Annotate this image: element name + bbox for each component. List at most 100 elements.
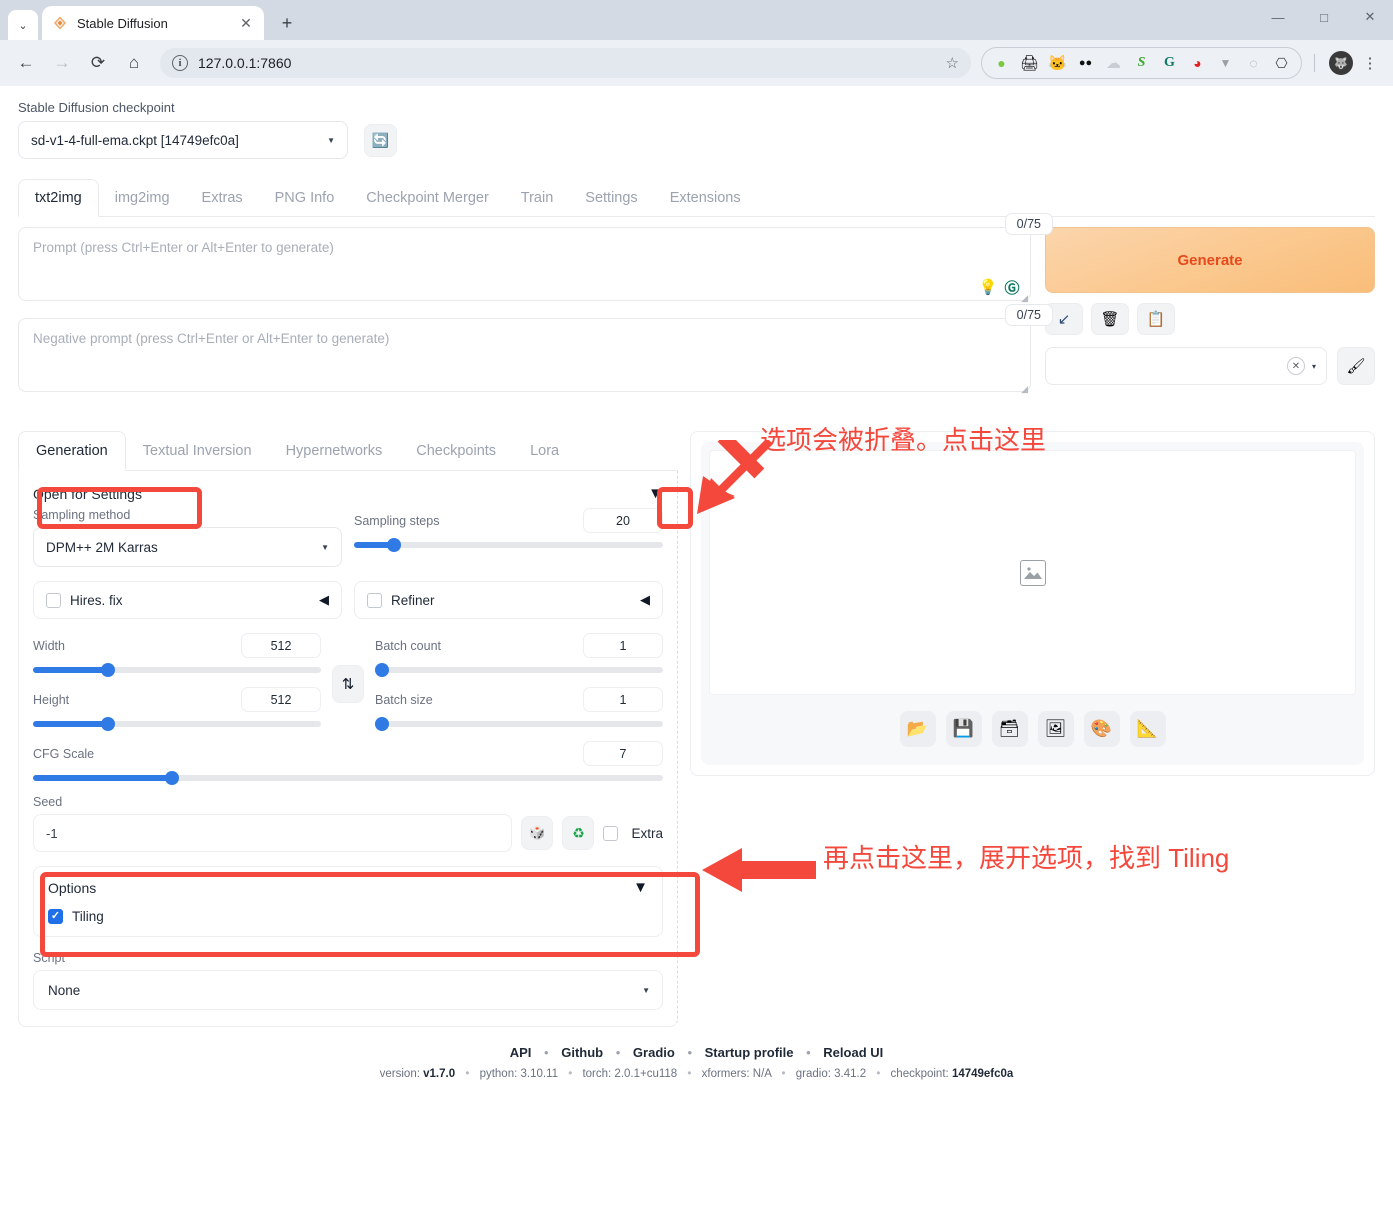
options-caret-icon[interactable]: ▼ xyxy=(633,879,648,896)
window-maximize-button[interactable]: □ xyxy=(1301,0,1347,34)
hires-fix-accordion[interactable]: Hires. fix ◀ xyxy=(33,581,342,619)
open-for-settings-accordion[interactable]: Open for Settings ▼ xyxy=(33,485,663,502)
reload-button[interactable]: ⟳ xyxy=(82,47,114,79)
sampling-method-select[interactable]: DPM++ 2M Karras ▼ xyxy=(33,527,342,567)
save-zip-button[interactable]: 🗃 xyxy=(991,711,1028,747)
refiner-checkbox[interactable] xyxy=(367,592,382,608)
clear-styles-icon[interactable]: ✕ xyxy=(1286,357,1305,375)
pink-cat-extension-icon[interactable]: 🐱 xyxy=(1048,54,1067,73)
accordion-caret-icon[interactable]: ▼ xyxy=(648,485,663,502)
home-button[interactable]: ⌂ xyxy=(118,47,150,79)
generate-button[interactable]: Generate xyxy=(1045,227,1375,293)
tab-checkpoint-merger[interactable]: Checkpoint Merger xyxy=(350,180,505,216)
open-folder-button[interactable]: 📂 xyxy=(899,711,936,747)
send-to-extras-button[interactable]: 📐 xyxy=(1129,711,1166,747)
random-seed-button[interactable]: 🎲 xyxy=(521,816,554,850)
site-info-icon[interactable]: i xyxy=(172,55,188,71)
kebab-menu-icon[interactable]: ⋮ xyxy=(1357,50,1383,76)
refresh-checkpoint-button[interactable]: 🔄 xyxy=(364,123,397,157)
apply-style-button[interactable]: 🖌 xyxy=(1337,347,1375,385)
send-to-inpaint-button[interactable]: 🎨 xyxy=(1083,711,1120,747)
green-circle-extension-icon[interactable]: ● xyxy=(992,54,1011,73)
expand-caret-icon[interactable]: ◀ xyxy=(640,592,650,608)
recycle-seed-button[interactable]: ♻ xyxy=(562,816,595,850)
tab-settings[interactable]: Settings xyxy=(569,180,653,216)
tab-png-info[interactable]: PNG Info xyxy=(259,180,351,216)
back-button[interactable]: ← xyxy=(10,47,42,79)
batch-count-value[interactable]: 1 xyxy=(583,633,663,658)
script-select[interactable]: None ▼ xyxy=(33,970,663,1010)
footer-link-api[interactable]: API xyxy=(510,1045,532,1060)
batch-count-slider[interactable] xyxy=(375,663,663,677)
tiling-row[interactable]: Tiling xyxy=(48,909,648,924)
new-tab-button[interactable]: + xyxy=(274,10,300,36)
sampling-steps-value[interactable]: 20 xyxy=(583,508,663,533)
extra-seed-checkbox[interactable] xyxy=(603,825,619,841)
browser-tab[interactable]: Stable Diffusion ✕ xyxy=(42,6,264,40)
forward-button[interactable]: → xyxy=(46,47,78,79)
dark-dots-extension-icon[interactable]: ●● xyxy=(1076,54,1095,73)
bookmark-star-icon[interactable]: ☆ xyxy=(946,54,959,72)
tab-train[interactable]: Train xyxy=(505,180,570,216)
height-slider[interactable] xyxy=(33,717,321,731)
image-preview-area[interactable] xyxy=(709,450,1356,695)
subtab-generation[interactable]: Generation xyxy=(18,431,126,471)
footer-links: API • Github • Gradio • Startup profile … xyxy=(18,1045,1375,1060)
textarea-resize-grip[interactable]: ◢ xyxy=(1021,293,1028,304)
subtab-textual-inversion[interactable]: Textual Inversion xyxy=(126,432,269,470)
close-icon[interactable]: ✕ xyxy=(238,15,254,31)
puzzle-extension-icon[interactable]: ⎔ xyxy=(1272,54,1291,73)
tab-img2img[interactable]: img2img xyxy=(99,180,186,216)
width-slider[interactable] xyxy=(33,663,321,677)
tab-extras[interactable]: Extras xyxy=(186,180,259,216)
grammarly-extension-icon[interactable]: G xyxy=(1160,54,1179,73)
profile-avatar[interactable]: 🐺 xyxy=(1329,51,1353,75)
send-to-img2img-button[interactable]: 🖼 xyxy=(1037,711,1074,747)
refiner-accordion[interactable]: Refiner ◀ xyxy=(354,581,663,619)
clear-prompt-button[interactable]: 🗑 xyxy=(1091,303,1129,335)
grammarly-icon[interactable]: Ⓖ xyxy=(1001,276,1023,298)
s-letter-extension-icon[interactable]: S xyxy=(1132,54,1151,73)
width-value[interactable]: 512 xyxy=(241,633,321,658)
save-button[interactable]: 💾 xyxy=(945,711,982,747)
tiling-checkbox[interactable] xyxy=(48,909,63,924)
hires-fix-checkbox[interactable] xyxy=(46,592,61,608)
checkpoint-select[interactable]: sd-v1-4-full-ema.ckpt [14749efc0a] ▼ xyxy=(18,121,348,159)
tab-extensions[interactable]: Extensions xyxy=(654,180,757,216)
tab-search-button[interactable]: ⌄ xyxy=(8,10,38,40)
cloud-extension-icon[interactable]: ☁ xyxy=(1104,54,1123,73)
footer-link-gradio[interactable]: Gradio xyxy=(633,1045,675,1060)
subtab-lora[interactable]: Lora xyxy=(513,432,576,470)
footer-link-startup-profile[interactable]: Startup profile xyxy=(705,1045,794,1060)
swap-dimensions-button[interactable]: ⇅ xyxy=(332,665,364,703)
nls-extension-icon[interactable]: ◌ xyxy=(1244,54,1263,73)
address-bar[interactable]: i 127.0.0.1:7860 ☆ xyxy=(160,48,971,78)
paste-styles-button[interactable]: 📋 xyxy=(1137,303,1175,335)
idea-bulb-icon[interactable]: 💡 xyxy=(977,276,999,298)
textarea-resize-grip[interactable]: ◢ xyxy=(1021,384,1028,395)
styles-select[interactable]: ✕ ▾ xyxy=(1045,347,1327,385)
height-value[interactable]: 512 xyxy=(241,687,321,712)
subtab-hypernetworks[interactable]: Hypernetworks xyxy=(269,432,400,470)
window-minimize-button[interactable]: — xyxy=(1255,0,1301,34)
footer-link-reload-ui[interactable]: Reload UI xyxy=(823,1045,883,1060)
footer-link-github[interactable]: Github xyxy=(561,1045,603,1060)
expand-caret-icon[interactable]: ◀ xyxy=(319,592,329,608)
tiling-label: Tiling xyxy=(72,909,104,924)
options-accordion-header[interactable]: Options ▼ xyxy=(48,879,648,896)
chevron-down-icon: ⌄ xyxy=(18,19,28,32)
negative-prompt-input[interactable] xyxy=(18,318,1031,392)
prompt-input[interactable] xyxy=(18,227,1031,301)
tab-txt2img[interactable]: txt2img xyxy=(18,179,99,217)
v-triangle-extension-icon[interactable]: ▼ xyxy=(1216,54,1235,73)
seed-input[interactable]: -1 xyxy=(33,814,513,852)
batch-size-value[interactable]: 1 xyxy=(583,687,663,712)
opera-extension-icon[interactable]: ◕ xyxy=(1188,54,1207,73)
printer-extension-icon[interactable]: 🖨 xyxy=(1020,54,1039,73)
sampling-steps-slider[interactable] xyxy=(354,538,663,552)
cfg-scale-value[interactable]: 7 xyxy=(583,741,663,766)
batch-size-slider[interactable] xyxy=(375,717,663,731)
cfg-scale-slider[interactable] xyxy=(33,771,663,785)
window-close-button[interactable]: ✕ xyxy=(1347,0,1393,34)
subtab-checkpoints[interactable]: Checkpoints xyxy=(399,432,513,470)
